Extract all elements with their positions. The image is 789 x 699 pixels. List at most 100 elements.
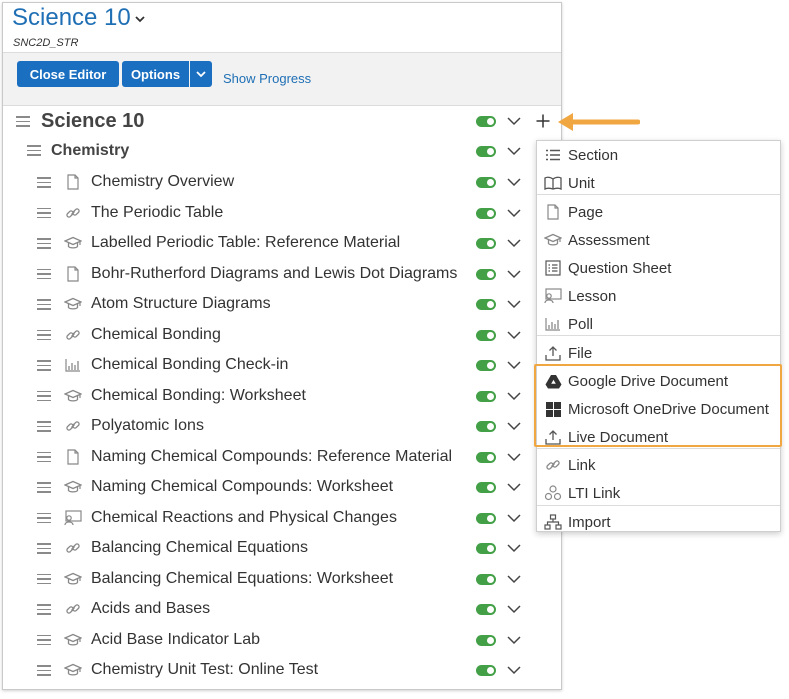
- visibility-toggle[interactable]: [476, 543, 496, 554]
- drag-handle-icon[interactable]: [37, 573, 51, 585]
- add-content-plus-icon[interactable]: [535, 113, 551, 129]
- chevron-down-icon[interactable]: [506, 327, 522, 343]
- chevron-down-icon[interactable]: [506, 296, 522, 312]
- tree-item-label[interactable]: Balancing Chemical Equations: [91, 539, 308, 557]
- chevron-down-icon[interactable]: [506, 540, 522, 556]
- chevron-down-icon[interactable]: [506, 601, 522, 617]
- chevron-down-icon[interactable]: [506, 113, 522, 129]
- chevron-down-icon[interactable]: [506, 205, 522, 221]
- drag-handle-icon[interactable]: [37, 451, 51, 463]
- chevron-down-icon[interactable]: [506, 266, 522, 282]
- menu-item-unit[interactable]: Unit: [537, 169, 780, 197]
- chevron-down-icon[interactable]: [506, 143, 522, 159]
- tree-item-label[interactable]: Polyatomic Ions: [91, 417, 204, 435]
- menu-item-question-sheet[interactable]: Question Sheet: [537, 254, 780, 282]
- tree-unit-label[interactable]: Chemistry: [51, 142, 129, 160]
- visibility-toggle[interactable]: [476, 360, 496, 371]
- drag-handle-icon[interactable]: [37, 604, 51, 615]
- menu-item-microsoft-onedrive-document[interactable]: Microsoft OneDrive Document: [537, 395, 780, 423]
- show-progress-link[interactable]: Show Progress: [223, 71, 311, 86]
- drag-handle-icon[interactable]: [37, 512, 51, 524]
- drag-handle-icon[interactable]: [37, 329, 51, 341]
- drag-handle-icon[interactable]: [37, 268, 51, 280]
- drag-handle-icon[interactable]: [37, 207, 51, 219]
- drag-handle-icon[interactable]: [27, 145, 41, 156]
- visibility-toggle[interactable]: [476, 512, 496, 524]
- visibility-toggle[interactable]: [476, 146, 496, 157]
- drag-handle-icon[interactable]: [37, 238, 51, 249]
- drag-handle-icon[interactable]: [37, 543, 51, 554]
- tree-item-label[interactable]: Acid Base Indicator Lab: [91, 631, 260, 649]
- chevron-down-icon[interactable]: [506, 418, 522, 434]
- visibility-toggle[interactable]: [476, 268, 496, 280]
- visibility-toggle[interactable]: [476, 573, 496, 585]
- tree-item-label[interactable]: Chemical Bonding Check-in: [91, 356, 288, 374]
- drag-handle-icon[interactable]: [16, 116, 30, 127]
- tree-item-label[interactable]: The Periodic Table: [91, 204, 223, 222]
- visibility-toggle[interactable]: [476, 421, 496, 432]
- course-title-dropdown[interactable]: Science 10: [12, 4, 145, 32]
- visibility-toggle[interactable]: [476, 238, 496, 249]
- tree-item-label[interactable]: Chemistry Unit Test: Online Test: [91, 661, 318, 679]
- tree-item-label[interactable]: Chemical Bonding: Worksheet: [91, 387, 306, 405]
- drag-handle-icon[interactable]: [37, 299, 51, 310]
- tree-item-label[interactable]: Atom Structure Diagrams: [91, 295, 271, 313]
- chevron-down-icon[interactable]: [506, 479, 522, 495]
- chevron-down-icon: [135, 14, 145, 26]
- tree-item-label[interactable]: Acids and Bases: [91, 600, 210, 618]
- tree-item-label[interactable]: Bohr-Rutherford Diagrams and Lewis Dot D…: [91, 265, 457, 283]
- menu-item-lti-link[interactable]: LTI Link: [537, 479, 780, 507]
- visibility-toggle[interactable]: [476, 482, 496, 493]
- tree-item-label[interactable]: Labelled Periodic Table: Reference Mater…: [91, 234, 400, 252]
- menu-item-import[interactable]: Import: [537, 508, 780, 536]
- drag-handle-icon[interactable]: [37, 634, 51, 646]
- visibility-toggle[interactable]: [476, 116, 496, 127]
- chevron-down-icon[interactable]: [506, 235, 522, 251]
- visibility-toggle[interactable]: [476, 665, 496, 676]
- chevron-down-icon[interactable]: [506, 388, 522, 404]
- chevron-down-icon[interactable]: [506, 449, 522, 465]
- tree-item-label[interactable]: Naming Chemical Compounds: Reference Mat…: [91, 448, 452, 466]
- chevron-down-icon[interactable]: [506, 571, 522, 587]
- visibility-toggle[interactable]: [476, 207, 496, 219]
- tree-item-label[interactable]: Chemical Bonding: [91, 326, 221, 344]
- visibility-toggle[interactable]: [476, 390, 496, 402]
- visibility-toggle[interactable]: [476, 634, 496, 646]
- tree-item-label[interactable]: Naming Chemical Compounds: Worksheet: [91, 478, 393, 496]
- menu-item-page[interactable]: Page: [537, 198, 780, 226]
- drag-handle-icon[interactable]: [37, 177, 51, 188]
- menu-item-section[interactable]: Section: [537, 141, 780, 169]
- visibility-toggle[interactable]: [476, 177, 496, 188]
- close-editor-button[interactable]: Close Editor: [17, 61, 119, 87]
- menu-item-live-document[interactable]: Live Document: [537, 423, 780, 451]
- menu-item-google-drive-document[interactable]: Google Drive Document: [537, 367, 780, 395]
- options-button[interactable]: Options: [122, 61, 189, 87]
- tree-item-label[interactable]: Balancing Chemical Equations: Worksheet: [91, 570, 393, 588]
- menu-item-assessment[interactable]: Assessment: [537, 226, 780, 254]
- chevron-down-icon[interactable]: [506, 632, 522, 648]
- menu-item-link[interactable]: Link: [537, 451, 780, 479]
- visibility-toggle[interactable]: [476, 451, 496, 463]
- visibility-toggle[interactable]: [476, 329, 496, 341]
- tree-root-label[interactable]: Science 10: [41, 110, 144, 133]
- menu-item-poll[interactable]: Poll: [537, 310, 780, 338]
- tree-item-label[interactable]: Chemistry Overview: [91, 173, 234, 191]
- visibility-toggle[interactable]: [476, 604, 496, 615]
- drag-handle-icon[interactable]: [37, 421, 51, 432]
- visibility-toggle[interactable]: [476, 299, 496, 310]
- link-icon: [544, 456, 562, 474]
- drag-handle-icon[interactable]: [37, 665, 51, 676]
- chevron-down-icon[interactable]: [506, 662, 522, 678]
- drag-handle-icon[interactable]: [37, 390, 51, 402]
- assessment-icon: [544, 231, 562, 249]
- tree-item-label[interactable]: Chemical Reactions and Physical Changes: [91, 509, 397, 527]
- drag-handle-icon[interactable]: [37, 482, 51, 493]
- chevron-down-icon[interactable]: [506, 510, 522, 526]
- menu-item-lesson[interactable]: Lesson: [537, 282, 780, 310]
- options-dropdown-button[interactable]: [190, 61, 212, 87]
- chevron-down-icon[interactable]: [506, 174, 522, 190]
- menu-item-label: Google Drive Document: [568, 372, 729, 390]
- drag-handle-icon[interactable]: [37, 360, 51, 371]
- chevron-down-icon[interactable]: [506, 357, 522, 373]
- menu-item-file[interactable]: File: [537, 339, 780, 367]
